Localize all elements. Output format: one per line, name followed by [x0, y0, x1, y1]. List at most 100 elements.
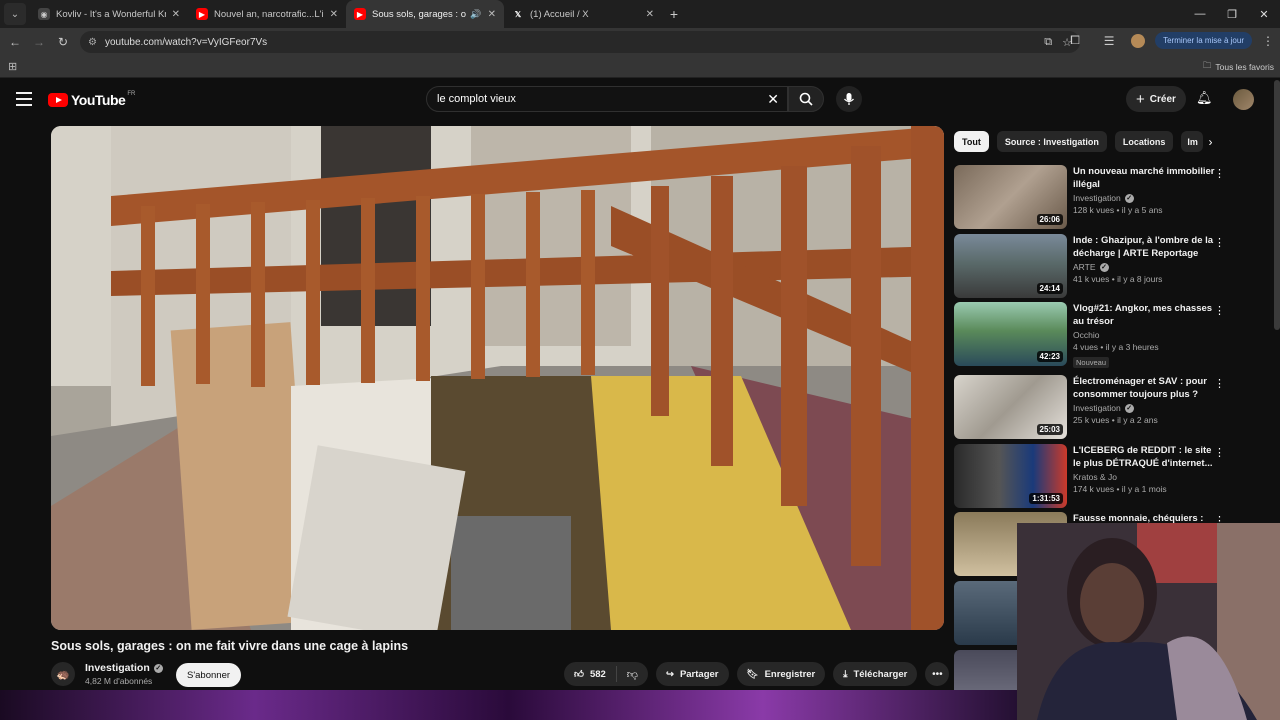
- channel-name-link[interactable]: Investigation ✓: [85, 662, 163, 674]
- video-thumbnail[interactable]: 25:03: [954, 375, 1067, 439]
- more-options-icon[interactable]: ⋮: [1214, 167, 1225, 180]
- recommendation-channel[interactable]: ARTE: [1073, 262, 1096, 272]
- recommendation-item[interactable]: 25:03 Électroménager et SAV : pour conso…: [954, 375, 1254, 439]
- recommendation-title[interactable]: L'ICEBERG de REDDIT : le site le plus DÉ…: [1073, 444, 1221, 470]
- extensions-icon[interactable]: ⧠: [1063, 33, 1087, 48]
- recommendation-title[interactable]: Électroménager et SAV : pour consommer t…: [1073, 375, 1221, 401]
- create-button[interactable]: + Créer: [1126, 86, 1186, 112]
- video-thumbnail[interactable]: 42:23: [954, 302, 1067, 366]
- subscribe-button[interactable]: S'abonner: [176, 663, 242, 687]
- recommendation-meta: 128 k vues • il y a 5 ans: [1073, 205, 1163, 215]
- duration-badge: 26:06: [1036, 214, 1063, 225]
- browser-menu-icon[interactable]: ⋮: [1262, 34, 1274, 48]
- more-options-icon[interactable]: ⋮: [1214, 236, 1225, 249]
- recommendation-title[interactable]: Vlog#21: Angkor, mes chasses au trésor: [1073, 302, 1221, 328]
- close-tab-icon[interactable]: ✕: [646, 9, 654, 20]
- menu-icon[interactable]: [16, 92, 32, 106]
- recommendation-title[interactable]: Un nouveau marché immobilier illégal: [1073, 165, 1221, 191]
- search-query: le complot vieux: [437, 93, 516, 105]
- close-tab-icon[interactable]: ✕: [488, 9, 496, 20]
- video-actions: 👍︎ 582 👎︎ ↪ Partager 🔖︎ Enregistrer ⤓ Té…: [564, 662, 950, 686]
- recommendation-item[interactable]: 1:31:53 L'ICEBERG de REDDIT : le site le…: [954, 444, 1254, 508]
- share-button[interactable]: ↪ Partager: [655, 662, 729, 686]
- all-bookmarks-label: Tous les favoris: [1215, 61, 1274, 72]
- update-button[interactable]: Terminer la mise à jour: [1155, 32, 1252, 49]
- address-bar[interactable]: ⚙ youtube.com/watch?v=VyIGFeor7Vs ⧉ ☆: [80, 31, 1080, 53]
- folder-icon: 🗀: [1202, 59, 1212, 70]
- youtube-logo[interactable]: YouTube FR: [48, 91, 135, 108]
- apps-grid-icon[interactable]: ⊞: [8, 60, 17, 73]
- close-tab-icon[interactable]: ✕: [172, 9, 180, 20]
- chips-next-icon[interactable]: ›: [1200, 131, 1221, 152]
- video-player[interactable]: [51, 126, 944, 630]
- video-thumbnail[interactable]: 24:14: [954, 234, 1067, 298]
- recommendation-meta: 174 k vues • il y a 1 mois: [1073, 484, 1167, 494]
- subscriber-count: 4,82 M d'abonnés: [85, 676, 153, 686]
- tab-title: Kovliv - It's a Wonderful Knife (: [56, 8, 166, 20]
- recommendation-channel[interactable]: Investigation: [1073, 193, 1121, 203]
- chip-locations[interactable]: Locations: [1114, 131, 1174, 152]
- search-input[interactable]: le complot vieux ✕: [426, 86, 788, 112]
- youtube-icon: ▶: [354, 8, 366, 20]
- more-actions-button[interactable]: •••: [925, 662, 950, 686]
- install-app-icon[interactable]: ⧉: [1044, 36, 1052, 49]
- stream-overlay-strip: [0, 690, 1017, 720]
- minimize-icon[interactable]: —: [1184, 8, 1216, 20]
- duration-badge: 1:31:53: [1029, 493, 1063, 504]
- recommendation-channel[interactable]: Occhio: [1073, 330, 1099, 340]
- channel-owner: 🦔 Investigation ✓ 4,82 M d'abonnés: [51, 662, 163, 686]
- close-window-icon[interactable]: ✕: [1248, 8, 1280, 21]
- browser-tab-4[interactable]: 𝕏 (1) Accueil / X ✕: [504, 0, 662, 28]
- recommendation-channel[interactable]: Investigation: [1073, 403, 1121, 413]
- channel-avatar[interactable]: 🦔: [51, 662, 75, 686]
- like-button[interactable]: 👍︎ 582: [564, 666, 617, 682]
- browser-tab-3-active[interactable]: ▶ Sous sols, garages : on me 🔊 ✕: [346, 0, 504, 28]
- plus-icon: +: [1136, 90, 1145, 108]
- video-thumbnail[interactable]: 1:31:53: [954, 444, 1067, 508]
- reload-icon[interactable]: ↻: [51, 35, 75, 49]
- download-icon: ⤓: [843, 668, 848, 680]
- speaker-icon[interactable]: 🔊: [470, 9, 481, 20]
- new-tab-button[interactable]: +: [662, 6, 686, 22]
- close-tab-icon[interactable]: ✕: [330, 9, 338, 20]
- recommendation-item[interactable]: 26:06 Un nouveau marché immobilier illég…: [954, 165, 1254, 229]
- youtube-play-icon: [48, 93, 68, 107]
- voice-search-button[interactable]: [836, 86, 862, 112]
- recommendation-item[interactable]: 42:23 Vlog#21: Angkor, mes chasses au tr…: [954, 302, 1254, 368]
- account-avatar[interactable]: [1233, 89, 1254, 110]
- more-options-icon[interactable]: ⋮: [1214, 304, 1225, 317]
- reading-list-icon[interactable]: ☰: [1097, 34, 1121, 48]
- chip-source[interactable]: Source : Investigation: [996, 131, 1107, 152]
- video-frame: [51, 126, 944, 630]
- chip-all[interactable]: Tout: [954, 131, 989, 152]
- recommendation-item[interactable]: 24:14 Inde : Ghazipur, à l'ombre de la d…: [954, 234, 1254, 298]
- forward-icon[interactable]: →: [27, 35, 51, 49]
- new-badge: Nouveau: [1073, 357, 1110, 368]
- back-icon[interactable]: ←: [3, 35, 27, 49]
- search-icon: [799, 92, 813, 106]
- save-button[interactable]: 🔖︎ Enregistrer: [736, 662, 826, 686]
- page-scrollbar[interactable]: [1274, 80, 1280, 330]
- dislike-button[interactable]: 👎︎: [617, 668, 648, 681]
- recommendation-meta: 41 k vues • il y a 8 jours: [1073, 274, 1163, 284]
- browser-tab-1[interactable]: ◉ Kovliv - It's a Wonderful Knife ( ✕: [30, 0, 188, 28]
- more-options-icon[interactable]: ⋮: [1214, 377, 1225, 390]
- download-button[interactable]: ⤓ Télécharger: [833, 662, 918, 686]
- clear-search-icon[interactable]: ✕: [767, 91, 779, 108]
- recommendation-meta: 25 k vues • il y a 2 ans: [1073, 415, 1158, 425]
- recommendation-title[interactable]: Inde : Ghazipur, à l'ombre de la décharg…: [1073, 234, 1221, 260]
- tab-search-button[interactable]: ⌄: [4, 3, 26, 25]
- recommendation-channel[interactable]: Kratos & Jo: [1073, 472, 1117, 482]
- notifications-bell-icon[interactable]: 🔔︎: [1196, 90, 1213, 106]
- site-info-icon[interactable]: ⚙: [88, 37, 97, 48]
- browser-tab-2[interactable]: ▶ Nouvel an, narcotrafic...L'interv ✕: [188, 0, 346, 28]
- profile-avatar[interactable]: [1131, 33, 1146, 48]
- all-bookmarks-button[interactable]: 🗀 Tous les favoris: [1203, 60, 1274, 74]
- share-label: Partager: [679, 668, 719, 680]
- search-button[interactable]: [788, 86, 824, 112]
- maximize-icon[interactable]: ❐: [1216, 8, 1248, 21]
- video-thumbnail[interactable]: 26:06: [954, 165, 1067, 229]
- more-options-icon[interactable]: ⋮: [1214, 446, 1225, 459]
- verified-icon: ✓: [153, 663, 163, 673]
- youtube-header: YouTube FR le complot vieux ✕ + Créer 🔔︎: [0, 80, 1280, 120]
